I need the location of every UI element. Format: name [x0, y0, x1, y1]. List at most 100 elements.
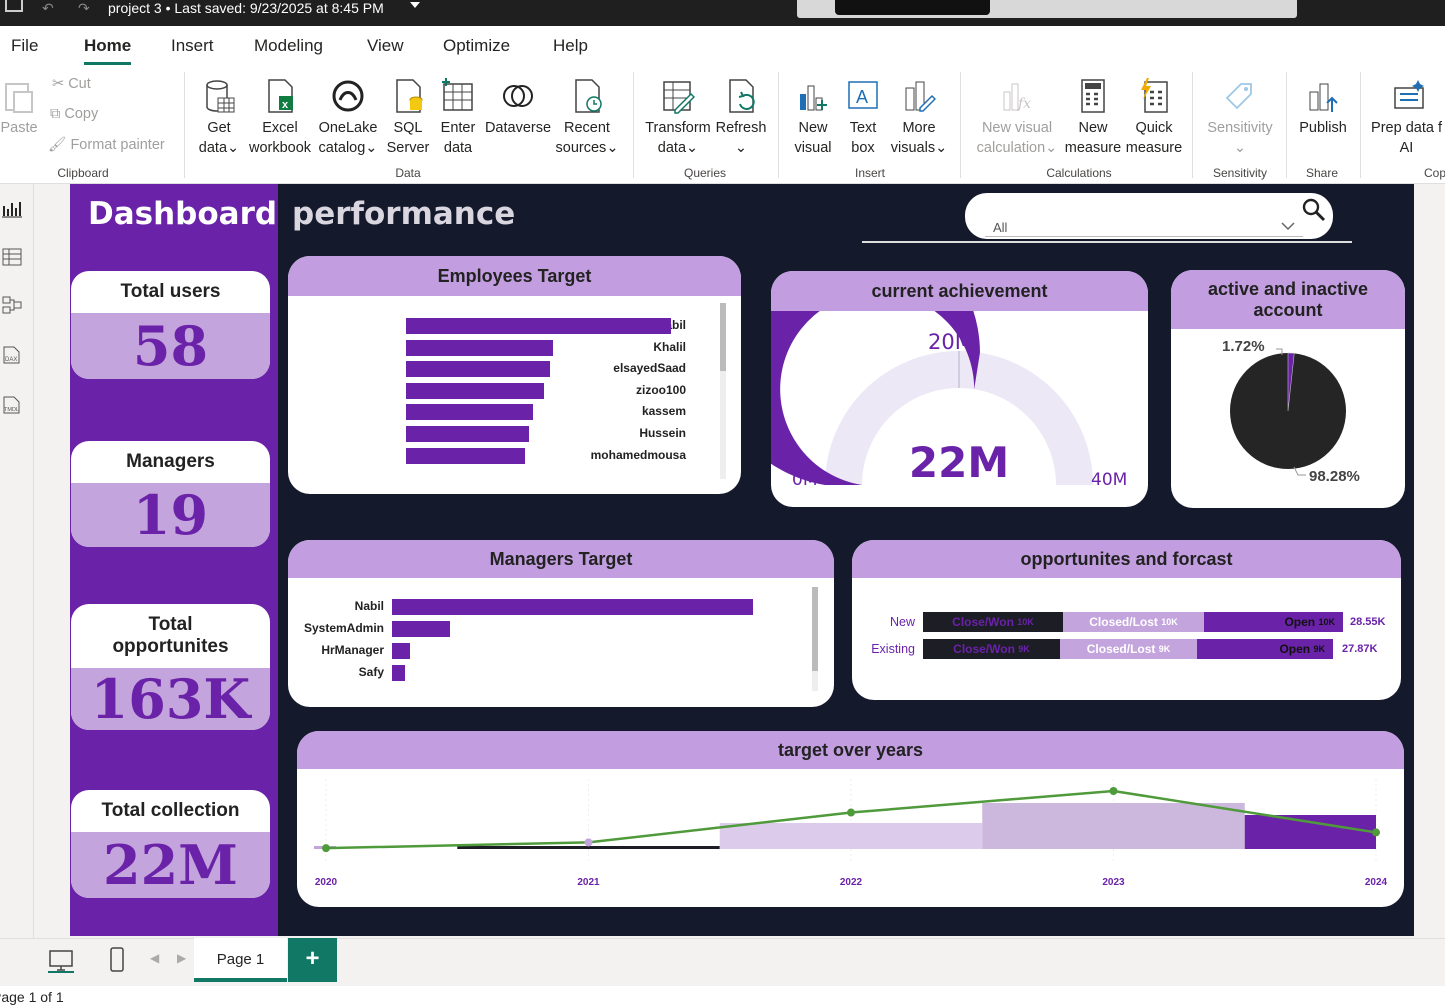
sql-label-1: SQL	[393, 120, 423, 136]
separator	[1360, 72, 1361, 178]
excel-workbook-button[interactable]: x Excel workbook	[246, 78, 314, 158]
bar-label: zizoo100	[635, 382, 686, 397]
new-visual-icon	[800, 85, 827, 111]
quick-measure-label-1: Quick	[1135, 120, 1173, 136]
bar[interactable]	[406, 318, 671, 334]
bar-row[interactable]: elsayedSaad	[288, 361, 741, 378]
chevron-down-icon: ⌄	[1233, 140, 1247, 156]
new-visual-calculation-button[interactable]: fx New visual calculation⌄	[972, 78, 1062, 158]
format-painter-button[interactable]: 🖌 Format painter	[48, 136, 165, 153]
transform-label-2: data	[657, 140, 687, 156]
bar-row[interactable]: SystemAdmin	[288, 621, 834, 637]
scrollbar-track[interactable]	[720, 303, 726, 479]
tmdl-view-icon[interactable]: TMDL	[2, 396, 22, 414]
bar-row[interactable]: zizoo100	[288, 382, 741, 399]
segment-value: 10K	[1161, 617, 1178, 627]
bar-label: Nabil	[354, 599, 384, 613]
bar-row[interactable]: mohamedmousa	[288, 447, 741, 464]
chevron-left-icon[interactable]: ◀	[150, 951, 159, 965]
redo-icon[interactable]: ↷	[78, 0, 90, 17]
prep-data-ai-button[interactable]: Prep data f AI	[1368, 78, 1445, 158]
dax-query-icon[interactable]: DAX	[2, 346, 22, 364]
data-point[interactable]	[1372, 828, 1380, 837]
bar[interactable]	[406, 426, 530, 442]
undo-icon[interactable]: ↶	[42, 0, 54, 17]
tab-home[interactable]: Home	[84, 36, 132, 65]
segment-label: Close/Won	[952, 615, 1014, 629]
bar-row[interactable]: Hussein	[288, 426, 741, 442]
tab-modeling[interactable]: Modeling	[254, 36, 323, 56]
slicer-dropdown[interactable]: All	[965, 193, 1333, 239]
bar-row[interactable]: Nabil	[288, 318, 741, 334]
scrollbar-thumb[interactable]	[720, 303, 726, 371]
menu-bar: File Home Insert Modeling View Optimize …	[0, 26, 1445, 68]
enter-data-button[interactable]: Enter data	[436, 78, 480, 158]
more-visuals-button[interactable]: More visuals⌄	[888, 78, 950, 158]
tab-view[interactable]: View	[367, 36, 404, 56]
paste-button[interactable]: Paste	[0, 78, 38, 138]
quick-measure-button[interactable]: Quick measure	[1124, 78, 1184, 158]
data-point[interactable]	[1109, 787, 1118, 795]
new-visual-button[interactable]: New visual	[788, 78, 838, 158]
bar-row[interactable]: Safy	[288, 665, 834, 681]
tab-insert[interactable]: Insert	[171, 36, 214, 56]
scrollbar-track[interactable]	[812, 587, 818, 691]
slicer-field[interactable]: All	[985, 215, 1303, 237]
cut-button[interactable]: ✂ Cut	[52, 76, 91, 92]
onelake-catalog-button[interactable]: OneLake catalog⌄	[314, 78, 382, 158]
sql-server-button[interactable]: SQL Server	[384, 78, 432, 158]
chevron-down-icon[interactable]	[410, 2, 420, 8]
segment-open: Open 9K	[1197, 639, 1333, 659]
bar[interactable]	[392, 599, 753, 615]
publish-button[interactable]: Publish	[1292, 78, 1354, 138]
data-point[interactable]	[847, 808, 855, 817]
new-measure-button[interactable]: New measure	[1064, 78, 1122, 158]
tab-page-1[interactable]: Page 1	[194, 938, 287, 982]
sensitivity-button[interactable]: Sensitivity ⌄	[1200, 78, 1280, 158]
bar[interactable]	[406, 404, 534, 421]
dataverse-button[interactable]: Dataverse	[482, 78, 554, 138]
bar[interactable]	[406, 361, 551, 378]
tab-file[interactable]: File	[11, 36, 38, 56]
cut-label: Cut	[68, 76, 91, 92]
onelake-icon	[332, 80, 364, 112]
text-box-button[interactable]: A Text box	[840, 78, 886, 158]
svg-text:DAX: DAX	[5, 357, 17, 363]
bar[interactable]	[406, 382, 544, 399]
bar[interactable]	[392, 621, 450, 637]
chevron-right-icon[interactable]: ▶	[177, 951, 186, 965]
publish-icon	[1309, 83, 1338, 112]
get-data-label-1: Get	[207, 120, 231, 136]
data-point[interactable]	[584, 838, 593, 847]
recent-sources-button[interactable]: Recent sources⌄	[554, 78, 620, 158]
model-view-icon[interactable]	[2, 296, 22, 314]
bar-row[interactable]: Khalil	[288, 339, 741, 356]
bar[interactable]	[392, 665, 405, 681]
table-view-icon[interactable]	[2, 248, 22, 266]
desktop-layout-icon[interactable]	[48, 949, 74, 973]
tab-optimize[interactable]: Optimize	[443, 36, 510, 56]
bar[interactable]	[406, 339, 554, 356]
report-view-icon[interactable]	[2, 200, 22, 218]
refresh-button[interactable]: Refresh ⌄	[714, 78, 768, 158]
tab-help[interactable]: Help	[553, 36, 588, 56]
excel-icon: x	[268, 79, 293, 113]
capture-toolbar[interactable]	[835, 0, 990, 15]
search-icon[interactable]	[1301, 197, 1327, 223]
get-data-button[interactable]: Get data⌄	[194, 78, 244, 158]
bar[interactable]	[392, 643, 411, 659]
save-icon[interactable]	[5, 0, 23, 12]
transform-data-button[interactable]: Transform data⌄	[642, 78, 714, 158]
scrollbar-thumb[interactable]	[812, 587, 818, 671]
x-tick-label: 2021	[577, 877, 600, 888]
slicer-underline	[862, 241, 1352, 243]
bar[interactable]	[406, 447, 526, 464]
bar-row[interactable]: Nabil	[288, 599, 834, 615]
copy-button[interactable]: ⧉ Copy	[50, 106, 98, 122]
add-page-button[interactable]: +	[288, 938, 337, 982]
mobile-layout-icon[interactable]	[108, 947, 126, 973]
data-point[interactable]	[322, 844, 330, 853]
bar-row[interactable]: kassem	[288, 404, 741, 421]
bar-row[interactable]: HrManager	[288, 643, 834, 659]
target-years-card: target over years 2020 2021 2022 2023 2024	[297, 731, 1404, 907]
